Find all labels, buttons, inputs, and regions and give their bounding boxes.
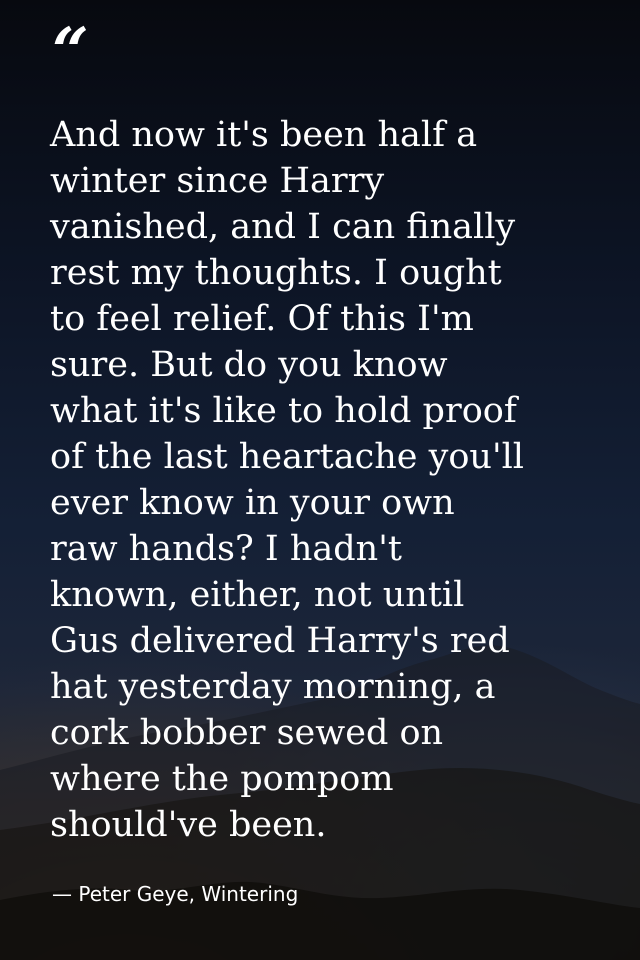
quote-line: ever know in your own — [50, 483, 455, 523]
quote-line: should've been. — [50, 805, 327, 845]
quote-line: cork bobber sewed on — [50, 713, 444, 753]
quote-line: what it's like to hold proof — [50, 391, 517, 431]
quote-mark-icon: “ — [52, 14, 89, 89]
quote-line: where the pompom — [50, 759, 394, 799]
quote-text: And now it's been half a winter since Ha… — [50, 112, 610, 848]
quote-line: to feel relief. Of this I'm — [50, 299, 474, 339]
quote-line: Gus delivered Harry's red — [50, 621, 510, 661]
quote-line: vanished, and I can finally — [50, 207, 516, 247]
quote-attribution: — Peter Geye, Wintering — [52, 882, 299, 906]
quote-line: sure. But do you know — [50, 345, 448, 385]
quote-line: And now it's been half a — [50, 115, 478, 155]
quote-line: winter since Harry — [50, 161, 385, 201]
quote-line: rest my thoughts. I ought — [50, 253, 502, 293]
quote-line: raw hands? I hadn't — [50, 529, 402, 569]
quote-line: hat yesterday morning, a — [50, 667, 496, 707]
quote-line: of the last heartache you'll — [50, 437, 524, 477]
quote-line: known, either, not until — [50, 575, 465, 615]
